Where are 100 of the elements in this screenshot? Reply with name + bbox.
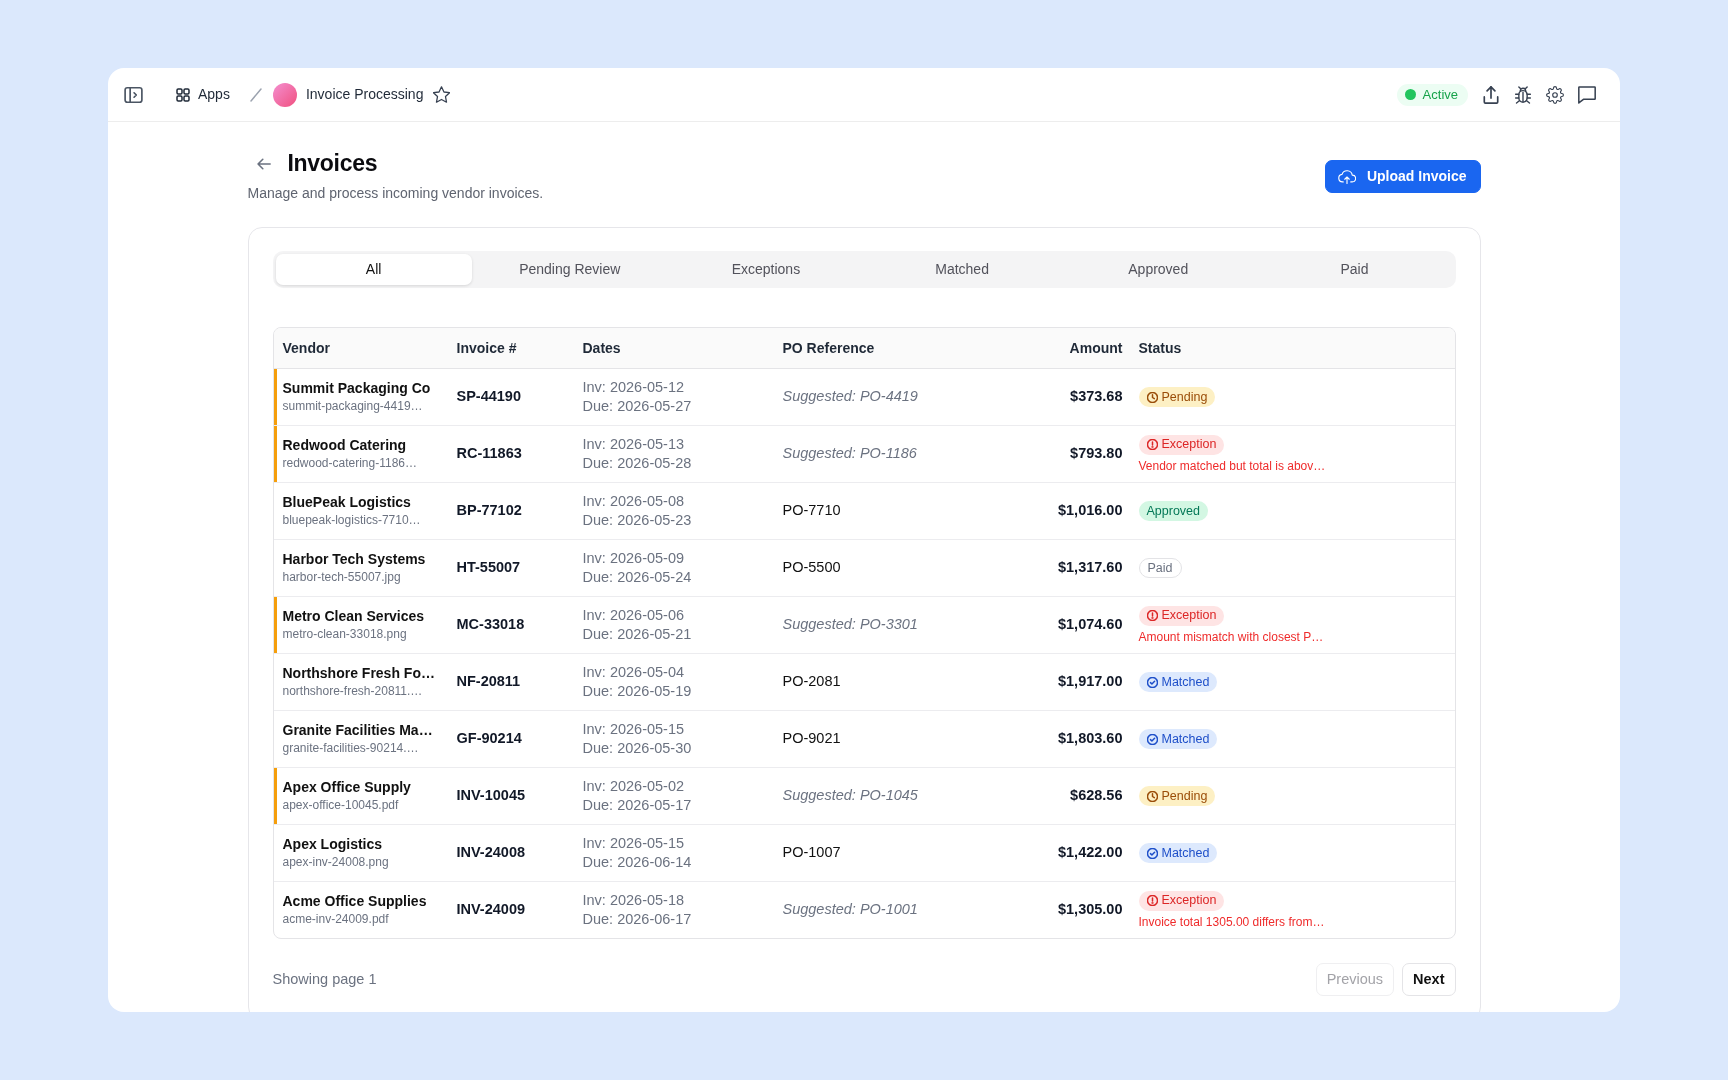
invoice-date: Inv: 2026-05-09 [582, 549, 686, 568]
share-icon[interactable] [1482, 85, 1500, 104]
vendor-name: Northshore Fresh Fo… [282, 664, 436, 683]
file-name: bluepeak-logistics-7710… [282, 512, 422, 529]
amount: $1,074.60 [1058, 616, 1123, 633]
filter-tab[interactable]: Pending Review [471, 254, 668, 285]
amount: $1,305.00 [1058, 901, 1123, 918]
invoice-number: NF-20811 [456, 673, 521, 690]
table-row[interactable]: Acme Office Supplies acme-inv-24009.pdf INV-24009 Inv: 2026-05-18 Due: 2026-06-17 Suggested: PO-1001 $1,305.00 Exception Invoice total 1305.00 differs from… [273, 882, 1455, 938]
pagination-button[interactable]: Next [1402, 963, 1456, 996]
invoice-date: Inv: 2026-05-18 [582, 891, 686, 910]
po-reference: Suggested: PO-1001 [782, 901, 918, 918]
due-date: Due: 2026-06-14 [582, 853, 693, 872]
due-date: Due: 2026-05-28 [582, 454, 693, 473]
status-label: Pending [1161, 787, 1208, 805]
column-header: Amount [1068, 338, 1124, 358]
amount: $373.68 [1070, 388, 1123, 405]
column-header: Dates [581, 338, 622, 358]
clock-icon [1146, 391, 1158, 403]
table-row[interactable]: Northshore Fresh Fo… northshore-fresh-20811.… NF-20811 Inv: 2026-05-04 Due: 2026-05-19 PO-2081 $1,917.00 Matched [273, 654, 1455, 711]
status-dot-icon [1404, 89, 1416, 100]
invoice-number: BP-77102 [456, 502, 522, 519]
column-header: Vendor [281, 338, 331, 358]
invoice-date: Inv: 2026-05-12 [582, 378, 686, 397]
file-name: northshore-fresh-20811.… [282, 683, 424, 700]
po-reference: Suggested: PO-4419 [782, 388, 918, 405]
column-header: PO Reference [781, 338, 876, 358]
upload-button[interactable]: Upload Invoice [1324, 160, 1481, 193]
vendor-name: Granite Facilities Ma… [282, 721, 434, 740]
file-name: redwood-catering-1186… [282, 455, 419, 472]
due-date: Due: 2026-05-19 [582, 682, 693, 701]
table-row[interactable]: Summit Packaging Co summit-packaging-4419… SP-44190 Inv: 2026-05-12 Due: 2026-05-27 Suggested: PO-4419 $373.68 Pending [273, 369, 1455, 426]
table-row[interactable]: Apex Office Supply apex-office-10045.pdf INV-10045 Inv: 2026-05-02 Due: 2026-05-17 Suggested: PO-1045 $628.56 Pending [273, 768, 1455, 825]
vendor-name: Apex Logistics [282, 835, 384, 854]
table-row[interactable]: BluePeak Logistics bluepeak-logistics-7710… BP-77102 Inv: 2026-05-08 Due: 2026-05-23 PO-7710 $1,016.00 Approved [273, 483, 1455, 540]
status-note: Amount mismatch with closest P… [1138, 629, 1324, 645]
status-label: Paid [1147, 559, 1173, 577]
clock-icon [1146, 790, 1158, 802]
due-date: Due: 2026-05-24 [582, 568, 693, 587]
status-label: Matched [1161, 673, 1210, 691]
vendor-name: Summit Packaging Co [282, 379, 432, 398]
due-date: Due: 2026-05-30 [582, 739, 693, 758]
due-date: Due: 2026-05-21 [582, 625, 693, 644]
chat-bubble-icon[interactable] [1578, 85, 1596, 104]
file-name: acme-inv-24009.pdf [282, 911, 390, 928]
amount: $793.80 [1070, 445, 1123, 462]
page-summary: Showing page 1 [272, 969, 377, 989]
invoice-number: HT-55007 [456, 559, 521, 576]
filter-tab[interactable]: Paid [1256, 254, 1453, 285]
amount: $1,317.60 [1058, 559, 1123, 576]
invoice-number: MC-33018 [456, 616, 525, 633]
vendor-name: Apex Office Supply [282, 778, 412, 797]
filter-tab[interactable]: Exceptions [667, 254, 864, 285]
sidebar-toggle-icon[interactable] [124, 85, 143, 104]
bug-icon[interactable] [1514, 85, 1532, 104]
filter-tab[interactable]: Matched [864, 254, 1061, 285]
file-name: summit-packaging-4419… [282, 398, 424, 415]
vendor-name: Acme Office Supplies [282, 892, 428, 911]
table-row[interactable]: Redwood Catering redwood-catering-1186… RC-11863 Inv: 2026-05-13 Due: 2026-05-28 Suggested: PO-1186 $793.80 Exception Vendor matched but total is abov… [273, 426, 1455, 483]
invoice-number: SP-44190 [456, 388, 521, 405]
cloud-upload-icon [1337, 168, 1356, 185]
status-label: Matched [1161, 730, 1210, 748]
table-row[interactable]: Metro Clean Services metro-clean-33018.png MC-33018 Inv: 2026-05-06 Due: 2026-05-21 Suggested: PO-3301 $1,074.60 Exception Amount mismatch with closest P… [273, 597, 1455, 654]
po-reference: PO-9021 [782, 730, 841, 747]
vendor-name: BluePeak Logistics [282, 493, 412, 512]
invoice-number: RC-11863 [456, 445, 522, 462]
amount: $1,917.00 [1058, 673, 1123, 690]
po-reference: PO-5500 [782, 559, 841, 576]
po-reference: PO-7710 [782, 502, 841, 519]
po-reference: PO-2081 [782, 673, 841, 690]
amount: $1,016.00 [1058, 502, 1123, 519]
invoice-date: Inv: 2026-05-15 [582, 720, 686, 739]
due-date: Due: 2026-05-27 [582, 397, 693, 416]
invoice-date: Inv: 2026-05-04 [582, 663, 686, 682]
file-name: harbor-tech-55007.jpg [282, 569, 402, 586]
file-name: metro-clean-33018.png [282, 626, 408, 643]
due-date: Due: 2026-05-17 [582, 796, 693, 815]
due-date: Due: 2026-06-17 [582, 910, 693, 929]
settings-icon[interactable] [1546, 85, 1564, 104]
app-avatar-icon [272, 82, 297, 107]
back-arrow-icon[interactable] [256, 157, 271, 170]
filter-tab[interactable]: All [275, 254, 472, 285]
table-row[interactable]: Harbor Tech Systems harbor-tech-55007.jpg HT-55007 Inv: 2026-05-09 Due: 2026-05-24 PO-5500 $1,317.60 Paid [273, 540, 1455, 597]
invoice-date: Inv: 2026-05-08 [582, 492, 686, 511]
invoice-number: GF-90214 [456, 730, 522, 747]
status-label: Active [1422, 85, 1458, 104]
apps-link[interactable]: Apps [176, 84, 230, 105]
po-reference: Suggested: PO-1045 [782, 787, 918, 804]
table-row[interactable]: Granite Facilities Ma… granite-facilities-90214.… GF-90214 Inv: 2026-05-15 Due: 2026-05-30 PO-9021 $1,803.60 Matched [273, 711, 1455, 768]
filter-tab[interactable]: Approved [1060, 254, 1257, 285]
vendor-name: Metro Clean Services [282, 607, 426, 626]
amount: $1,803.60 [1058, 730, 1123, 747]
invoice-date: Inv: 2026-05-13 [582, 435, 686, 454]
amount: $628.56 [1070, 787, 1123, 804]
file-name: apex-office-10045.pdf [282, 797, 400, 814]
due-date: Due: 2026-05-23 [582, 511, 693, 530]
table-row[interactable]: Apex Logistics apex-inv-24008.png INV-24008 Inv: 2026-05-15 Due: 2026-06-14 PO-1007 $1,422.00 Matched [273, 825, 1455, 882]
column-header: Invoice # [455, 338, 518, 358]
star-icon[interactable] [433, 86, 451, 103]
status-label: Exception [1161, 436, 1217, 454]
